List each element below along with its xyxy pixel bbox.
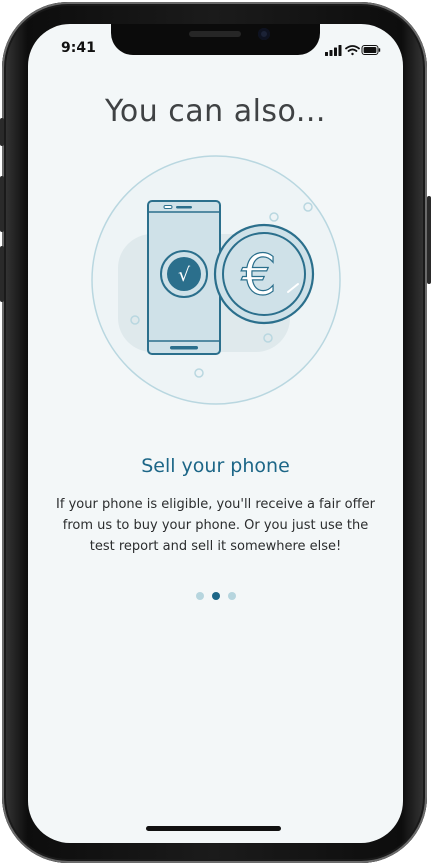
volume-up-button — [0, 176, 4, 232]
phone-device: 9:41 You can also... √ € Sell your phone… — [0, 0, 431, 867]
volume-down-button — [0, 246, 4, 302]
page-dot[interactable] — [195, 592, 204, 600]
mute-switch — [0, 118, 4, 146]
page-title: You can also... — [105, 94, 326, 129]
page-dot-active[interactable] — [211, 592, 220, 600]
power-button — [427, 196, 431, 284]
wifi-icon — [345, 45, 360, 56]
page-indicator — [28, 592, 403, 600]
home-indicator[interactable] — [146, 826, 281, 831]
page-dot[interactable] — [227, 592, 236, 600]
speaker-grille — [189, 31, 241, 37]
euro-coin-icon: € — [213, 223, 315, 325]
front-camera — [258, 28, 270, 40]
status-time: 9:41 — [61, 40, 96, 56]
screen: 9:41 You can also... √ € Sell your phone… — [28, 24, 403, 843]
card-description: If your phone is eligible, you'll receiv… — [56, 497, 375, 554]
battery-icon — [361, 45, 381, 55]
svg-text:√: √ — [178, 264, 191, 286]
card-title: Sell your phone — [141, 455, 290, 477]
status-icons — [325, 41, 381, 60]
verified-check-icon: √ — [160, 250, 208, 298]
svg-text:€: € — [241, 243, 277, 308]
notch — [111, 24, 320, 55]
cellular-signal-icon — [325, 45, 342, 56]
sell-phone-illustration: √ € — [91, 155, 341, 405]
